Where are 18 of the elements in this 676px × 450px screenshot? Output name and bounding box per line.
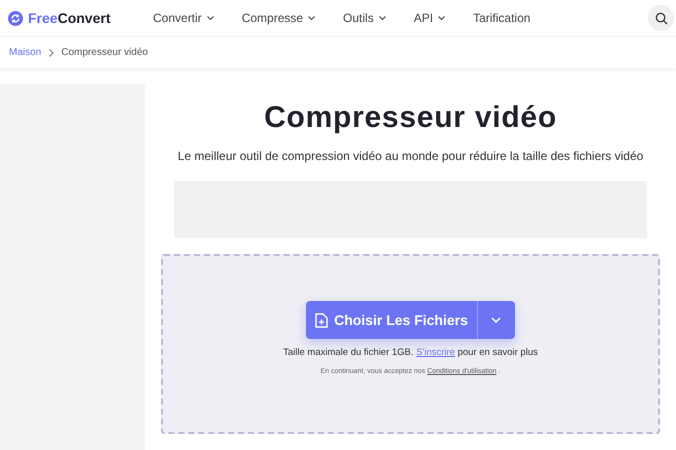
nav-menu-item[interactable]: Tarification <box>473 9 530 27</box>
logo[interactable]: FreeConvert <box>28 8 110 28</box>
nav-menu-item[interactable]: Outils <box>343 9 386 27</box>
chevron-right-icon <box>49 48 54 56</box>
breadcrumb-item[interactable]: Maison <box>9 45 42 60</box>
logo-icon <box>8 10 23 26</box>
page-title: Compresseur vidéo <box>264 100 557 136</box>
nav-menu-item[interactable]: Convertir <box>153 9 214 27</box>
nav-menu-item[interactable]: Compresse <box>242 9 316 27</box>
nav-menu-item[interactable]: API <box>414 9 446 27</box>
page-subtitle: Le meilleur outil de compression vidéo au monde pour réduire la taille des fichiers vidéo <box>178 148 644 165</box>
file-size-note: Taille maximale du fichier 1GB. S'inscrire pour en savoir plus <box>283 346 538 360</box>
breadcrumb-item: Compresseur vidéo <box>61 46 148 60</box>
file-add-icon <box>315 312 328 328</box>
search-icon <box>654 12 668 24</box>
search-button[interactable] <box>648 5 674 31</box>
sign-up-link[interactable]: S'inscrire <box>416 347 455 358</box>
chevron-down-icon <box>491 317 502 323</box>
